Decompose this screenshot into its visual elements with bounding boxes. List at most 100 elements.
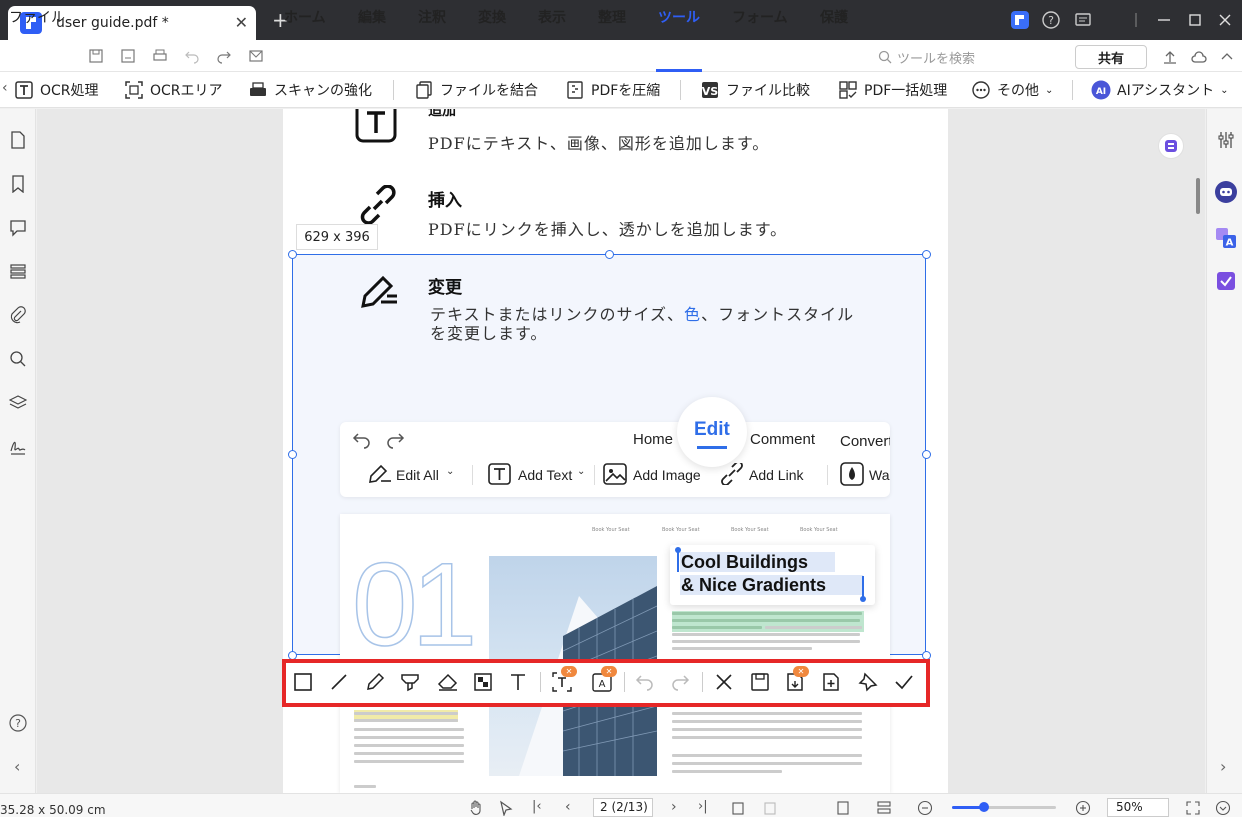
- status-collapse-icon[interactable]: [1215, 800, 1231, 816]
- share-button[interactable]: 共有: [1075, 45, 1147, 69]
- confirm-check-icon[interactable]: [893, 671, 915, 693]
- maximize-icon[interactable]: [1185, 10, 1205, 30]
- line-icon[interactable]: [328, 671, 350, 693]
- floating-app-icon[interactable]: [1158, 133, 1184, 159]
- print-icon[interactable]: [152, 48, 168, 64]
- mosaic-icon[interactable]: [472, 671, 494, 693]
- signature-icon[interactable]: [9, 438, 27, 456]
- comment-icon[interactable]: [9, 219, 27, 237]
- page-thumbnail-icon[interactable]: [9, 131, 27, 149]
- search-icon[interactable]: [9, 350, 27, 368]
- menu-comment[interactable]: 注釈: [418, 7, 446, 27]
- compress-icon: [567, 81, 583, 99]
- text-line: [672, 612, 862, 615]
- undo-icon[interactable]: [184, 48, 200, 64]
- compress-pdf-button[interactable]: PDFを圧縮: [565, 80, 660, 100]
- minimize-icon[interactable]: [1154, 10, 1174, 30]
- fullscreen-icon[interactable]: [1185, 800, 1201, 816]
- redo-icon[interactable]: [216, 48, 232, 64]
- ai-assistant-button[interactable]: AI AIアシスタント ⌄: [1091, 80, 1229, 100]
- close-window-icon[interactable]: [1215, 10, 1235, 30]
- menu-convert[interactable]: 変換: [478, 7, 506, 27]
- menu-edit[interactable]: 編集: [358, 7, 386, 27]
- mock-undo-icon: [352, 433, 370, 449]
- compare-files-button[interactable]: VS ファイル比較: [700, 80, 810, 100]
- pencil-icon[interactable]: [364, 671, 386, 693]
- collapse-right-icon[interactable]: ›: [1220, 757, 1226, 776]
- attachment-icon[interactable]: [9, 306, 27, 324]
- mock-add-text-icon: [488, 463, 511, 485]
- menu-file[interactable]: ファイル: [9, 7, 65, 27]
- menu-tools[interactable]: ツール: [658, 7, 700, 27]
- save-icon[interactable]: [88, 48, 104, 64]
- collapse-left-icon[interactable]: ‹: [14, 757, 20, 776]
- combine-files-button[interactable]: ファイルを結合: [414, 80, 538, 100]
- ocr-area-button[interactable]: OCRエリア: [124, 80, 223, 100]
- hand-tool-icon[interactable]: [468, 800, 484, 816]
- save-as-icon[interactable]: [120, 48, 136, 64]
- resize-handle[interactable]: [605, 250, 614, 259]
- save-icon[interactable]: [749, 671, 771, 693]
- undo-icon[interactable]: [634, 671, 656, 693]
- page-view-icon[interactable]: [836, 800, 852, 816]
- add-text-icon: [355, 109, 397, 143]
- pin-icon[interactable]: [857, 671, 879, 693]
- tool-search-input[interactable]: ツールを検索: [878, 47, 1058, 67]
- first-page-icon[interactable]: |‹: [532, 799, 542, 814]
- menu-organize[interactable]: 整理: [598, 7, 626, 27]
- feedback-icon[interactable]: [1073, 10, 1093, 30]
- next-page-icon[interactable]: ›: [671, 799, 677, 815]
- translate-icon[interactable]: A: [1215, 227, 1237, 249]
- rotate-page-icon[interactable]: [730, 800, 746, 816]
- layers-list-icon[interactable]: [9, 262, 27, 280]
- page-number-input[interactable]: 2 (2/13): [593, 798, 653, 817]
- rectangle-icon[interactable]: [292, 671, 314, 693]
- close-tab-icon[interactable]: ✕: [235, 13, 248, 32]
- more-tools-button[interactable]: その他 ⌄: [971, 80, 1053, 100]
- menu-home[interactable]: ホーム: [284, 7, 326, 27]
- help-icon[interactable]: ?: [9, 714, 27, 732]
- bookmark-icon[interactable]: [9, 175, 27, 193]
- ribbon-scroll-left-icon[interactable]: ‹: [2, 80, 8, 96]
- prev-page-icon[interactable]: ‹: [565, 799, 571, 815]
- collapse-ribbon-icon[interactable]: [1218, 48, 1236, 66]
- text-line: [354, 752, 464, 755]
- highlighter-icon[interactable]: [399, 671, 421, 693]
- resize-handle[interactable]: [922, 250, 931, 259]
- layers-icon[interactable]: [9, 394, 27, 412]
- zoom-in-icon[interactable]: [1075, 800, 1091, 816]
- mock-tab-edit: Edit: [694, 419, 730, 440]
- ocr-button[interactable]: OCR処理: [14, 80, 99, 100]
- insert-page-icon[interactable]: [820, 671, 842, 693]
- premium-badge-icon: ✕: [793, 666, 809, 677]
- fit-page-icon[interactable]: [762, 800, 778, 816]
- zoom-slider-thumb[interactable]: [979, 802, 989, 812]
- upload-icon[interactable]: [1161, 48, 1179, 66]
- mail-icon[interactable]: [248, 48, 264, 64]
- eraser-icon[interactable]: [437, 671, 459, 693]
- vertical-scrollbar[interactable]: [1196, 178, 1200, 214]
- menu-forms[interactable]: フォーム: [732, 7, 788, 27]
- ai-robot-icon[interactable]: [1214, 180, 1238, 204]
- scan-enhance-button[interactable]: スキャンの強化: [248, 80, 372, 100]
- redo-icon[interactable]: [669, 671, 691, 693]
- cloud-icon[interactable]: [1190, 48, 1208, 66]
- resize-handle[interactable]: [288, 450, 297, 459]
- text-icon[interactable]: [507, 671, 529, 693]
- select-tool-icon[interactable]: [498, 800, 514, 816]
- mock-watermark-icon: [840, 462, 864, 486]
- zoom-out-icon[interactable]: [917, 800, 933, 816]
- properties-icon[interactable]: [1217, 131, 1235, 149]
- zoom-level-select[interactable]: 50%: [1107, 798, 1169, 817]
- app-badge-icon[interactable]: [1010, 10, 1030, 30]
- batch-process-button[interactable]: PDF一括処理: [838, 80, 947, 100]
- cancel-icon[interactable]: [713, 671, 735, 693]
- last-page-icon[interactable]: ›|: [698, 799, 708, 814]
- layout-icon[interactable]: [876, 800, 892, 816]
- help-icon[interactable]: ?: [1041, 10, 1061, 30]
- resize-handle[interactable]: [288, 250, 297, 259]
- menu-protect[interactable]: 保護: [820, 7, 848, 27]
- menu-view[interactable]: 表示: [538, 7, 566, 27]
- checklist-icon[interactable]: [1215, 270, 1237, 292]
- resize-handle[interactable]: [922, 450, 931, 459]
